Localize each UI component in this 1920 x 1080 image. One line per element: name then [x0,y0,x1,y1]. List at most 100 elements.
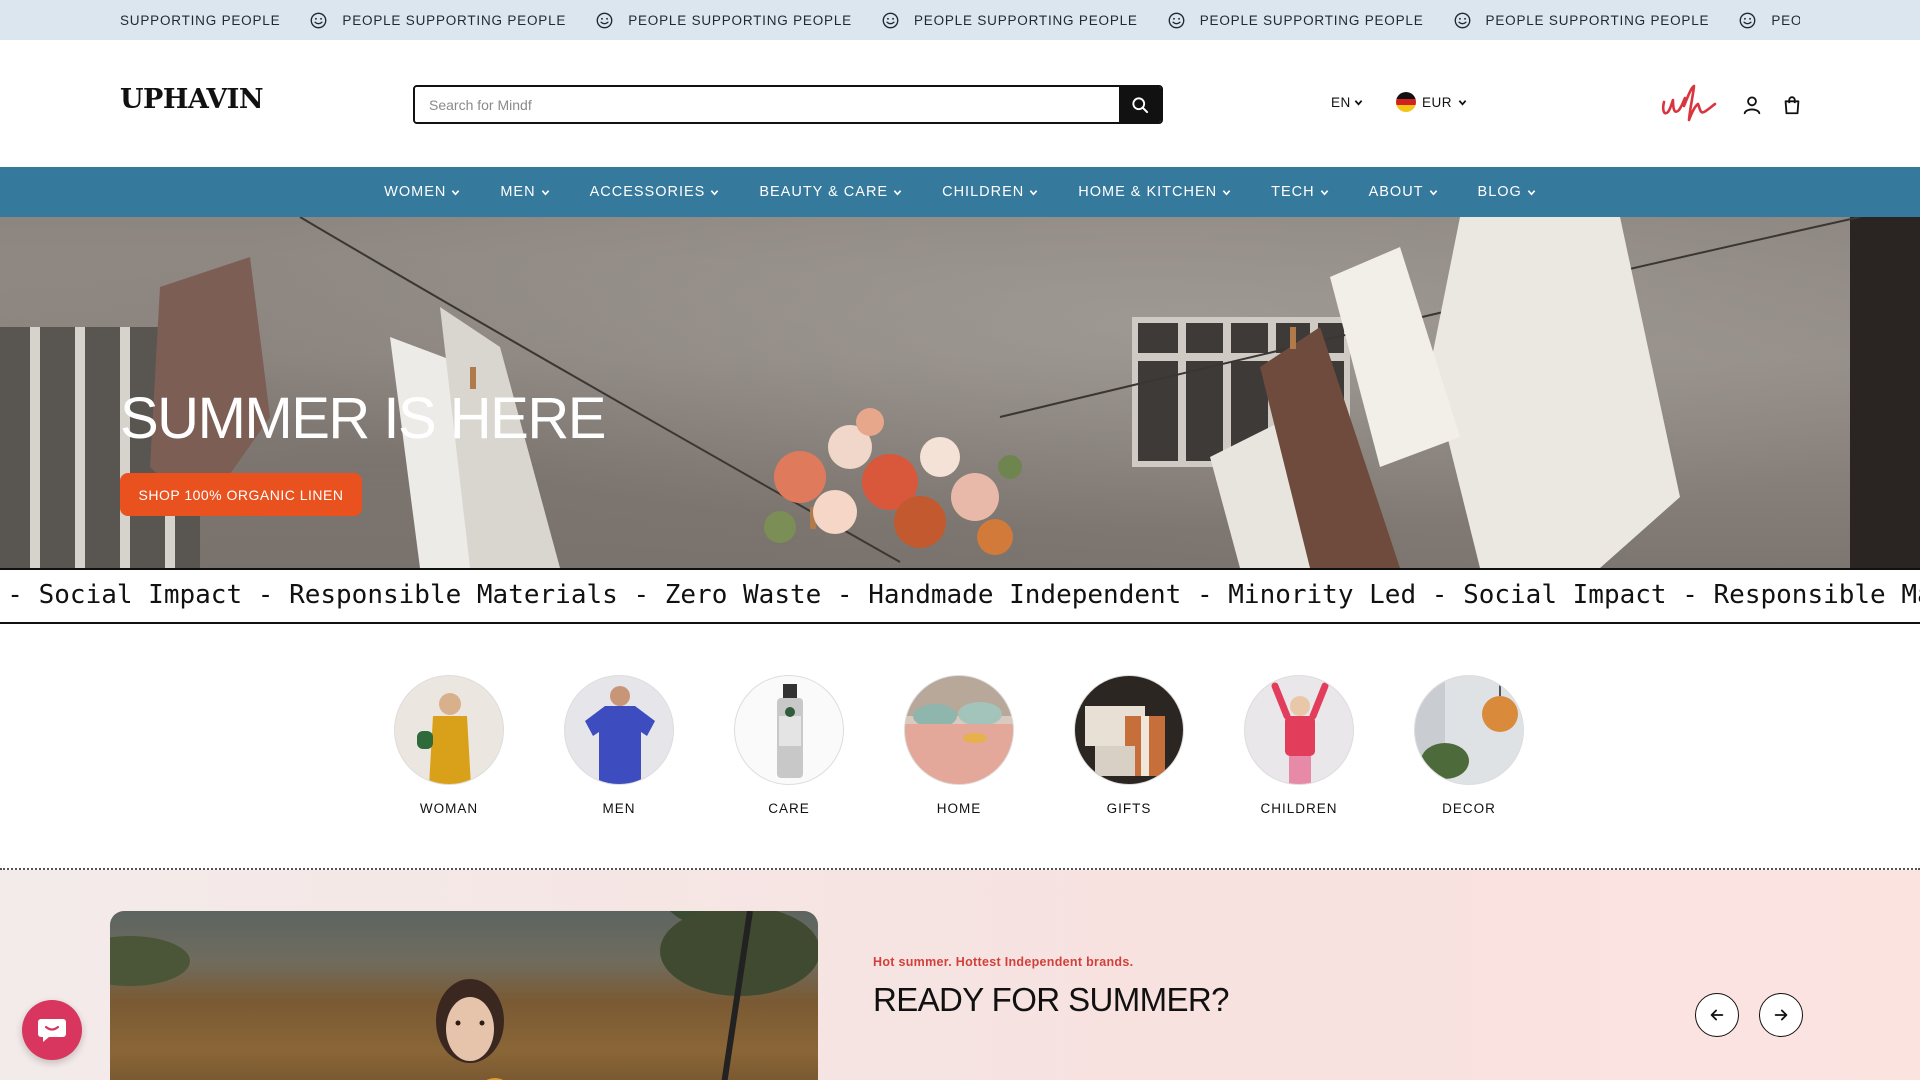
announcement-text: PEOPLE SUPPORTING PEOPLE [628,12,852,28]
language-selector[interactable]: EN [1331,95,1363,110]
announcement-clip: SUPPORTING PEOPLE PEOPLE SUPPORTING PEOP… [120,0,1800,40]
gift-box-illustration [1085,706,1165,776]
arrow-right-icon [1774,1009,1788,1021]
category-label: MEN [602,801,636,816]
currency-selector[interactable]: EUR [1396,92,1467,112]
nav-label: BEAUTY & CARE [759,184,889,200]
announcement-item: PEOPLE SUPPORTING PEOPLE [882,12,1138,29]
nav-item-blog[interactable]: BLOG [1478,184,1536,200]
announcement-bar: SUPPORTING PEOPLE PEOPLE SUPPORTING PEOP… [0,0,1920,40]
hero-banner: SUMMER IS HERE SHOP 100% ORGANIC LINEN [0,217,1920,568]
nav-item-home-kitchen[interactable]: HOME & KITCHEN [1078,184,1231,200]
announcement-text: SUPPORTING PEOPLE [120,12,281,28]
category-image [734,675,844,785]
nav-item-children[interactable]: CHILDREN [942,184,1038,200]
values-text: d - Social Impact - Responsible Material… [0,580,1920,610]
site-logo[interactable]: UPHAVIN [120,84,264,115]
category-woman[interactable]: WOMAN [394,675,504,816]
chevron-down-icon [1429,189,1437,196]
category-home[interactable]: HOME [904,675,1014,816]
germany-flag-icon [1396,92,1416,112]
announcement-text: PEOPLE SUPPORTING PEOPLE [1771,12,1800,28]
category-image [904,675,1014,785]
nav-label: TECH [1271,184,1315,200]
shop-linen-button[interactable]: SHOP 100% ORGANIC LINEN [120,473,362,516]
category-image [1414,675,1524,785]
smiley-icon [1739,12,1756,28]
announcement-text: PEOPLE SUPPORTING PEOPLE [1485,12,1710,28]
category-decor[interactable]: DECOR [1414,675,1524,816]
nav-label: ACCESSORIES [589,184,706,200]
category-children[interactable]: CHILDREN [1244,675,1354,816]
chevron-down-icon [1458,99,1467,106]
account-button[interactable] [1740,93,1764,117]
announcement-item: PEOPLE SUPPORTING PEOPLE [310,12,566,29]
signature-logo-icon[interactable] [1660,82,1718,124]
chevron-down-icon [711,189,719,196]
category-label: GIFTS [1106,801,1152,816]
men-tshirt-illustration [585,686,655,784]
nav-label: ABOUT [1368,184,1424,200]
category-image [1074,675,1184,785]
smiley-icon [882,12,899,28]
category-gifts[interactable]: GIFTS [1074,675,1184,816]
chevron-down-icon [452,189,460,196]
announcement-item: PEOPLE SUPPORTING PEOPLE [1454,12,1710,29]
promo-kicker: Hot summer. Hottest Independent brands. [873,955,1134,969]
category-image [394,675,504,785]
category-image [564,675,674,785]
announcement-item: PEOPLE SUPPORTING PEOPLE [596,12,852,29]
promo-section: Hot summer. Hottest Independent brands. … [0,870,1920,1080]
nav-label: HOME & KITCHEN [1078,184,1218,200]
nav-item-women[interactable]: WOMEN [384,184,460,200]
child-figure-illustration [1271,682,1329,784]
announcement-text: PEOPLE SUPPORTING PEOPLE [1199,12,1424,28]
announcement-item: PEOPLE SUPPORTING PEOPLE [1168,12,1424,29]
chevron-down-icon [1029,189,1038,196]
language-label: EN [1331,95,1351,110]
chat-button[interactable] [22,1000,82,1060]
search-icon [1132,96,1149,113]
arrow-left-icon [1710,1009,1724,1021]
shopping-bag-icon [1784,96,1800,115]
nav-label: MEN [500,184,536,200]
nav-item-about[interactable]: ABOUT [1369,184,1438,200]
hero-title: SUMMER IS HERE [120,386,606,451]
category-image [1244,675,1354,785]
announcement-text: PEOPLE SUPPORTING PEOPLE [913,12,1138,28]
chevron-down-icon [1527,189,1536,196]
chat-bubble-icon [38,1019,66,1042]
smiley-icon [596,12,613,28]
nav-item-men[interactable]: MEN [500,184,549,200]
carousel-next-button[interactable] [1759,993,1803,1037]
category-label: CARE [768,801,810,816]
nav-item-beauty-care[interactable]: BEAUTY & CARE [759,184,902,200]
carousel-prev-button[interactable] [1695,993,1739,1037]
category-label: WOMAN [419,801,479,816]
cart-button[interactable] [1780,93,1804,117]
smiley-icon [1168,12,1185,28]
nav-label: WOMEN [384,184,447,200]
category-care[interactable]: CARE [734,675,844,816]
nav-label: CHILDREN [942,184,1025,200]
currency-label: EUR [1422,94,1453,110]
category-men[interactable]: MEN [564,675,674,816]
nav-label: BLOG [1477,184,1522,200]
promo-image [110,911,818,1080]
nav-item-accessories[interactable]: ACCESSORIES [590,184,720,200]
search-input[interactable] [415,87,1119,122]
nav-item-tech[interactable]: TECH [1271,184,1328,200]
category-label: CHILDREN [1260,801,1338,816]
care-bottle-illustration [777,684,803,778]
home-bed-illustration [905,676,1013,784]
decor-lamp-illustration [1415,676,1518,784]
chevron-down-icon [1320,189,1328,196]
search-button[interactable] [1119,87,1161,122]
smiley-icon [311,12,327,28]
main-navigation: WOMEN MEN ACCESSORIES BEAUTY & CARE CHIL… [0,167,1920,217]
promo-title: READY FOR SUMMER? [873,981,1230,1018]
announcement-item: PEOPLE SUPPORTING PEOPLE [1739,12,1800,29]
search-bar [413,85,1163,124]
chevron-down-icon [893,189,902,196]
promo-field-illustration [110,911,818,1080]
